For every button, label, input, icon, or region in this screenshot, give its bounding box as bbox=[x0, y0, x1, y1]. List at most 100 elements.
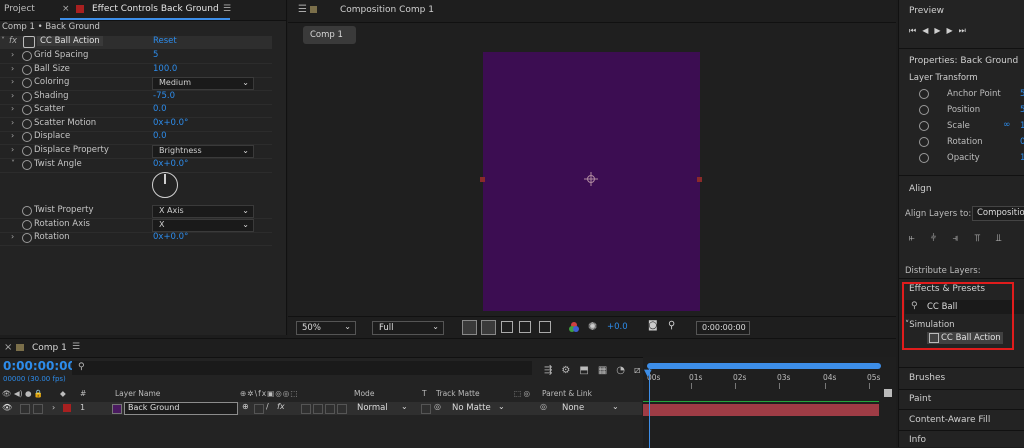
stopwatch-icon[interactable] bbox=[22, 119, 32, 129]
stopwatch-icon[interactable] bbox=[919, 137, 929, 147]
fx-toggle-icon[interactable]: fx bbox=[9, 36, 17, 46]
transform-property-value[interactable]: 1 bbox=[1020, 153, 1024, 163]
info-title[interactable]: Info bbox=[909, 435, 926, 445]
mode-header[interactable]: Mode bbox=[354, 389, 374, 398]
quality-switch-icon[interactable]: / bbox=[266, 402, 269, 411]
twirl-closed-icon[interactable]: › bbox=[11, 131, 14, 140]
transform-property-row[interactable]: Anchor Point 5 bbox=[899, 88, 1024, 102]
comp-flowchart-button[interactable]: Comp 1 bbox=[303, 26, 356, 44]
effect-property-row[interactable]: › Displace Property Brightness ⌄ bbox=[0, 145, 272, 158]
shy-switch-icon[interactable]: ⊕ bbox=[242, 402, 249, 411]
property-dropdown[interactable]: Brightness ⌄ bbox=[152, 145, 254, 158]
align-title[interactable]: Align bbox=[909, 184, 932, 194]
time-ruler-area[interactable]: 00s 01s 02s 03s 04s 05s ▼ bbox=[643, 357, 896, 448]
stopwatch-icon[interactable] bbox=[22, 160, 32, 170]
preview-title[interactable]: Preview bbox=[909, 6, 944, 16]
twirl-closed-icon[interactable]: › bbox=[11, 118, 14, 127]
shy-layers-icon[interactable]: ⬒ bbox=[579, 365, 597, 376]
panel-menu-icon[interactable]: ☰ bbox=[72, 342, 80, 352]
property-value[interactable]: 0.0 bbox=[153, 131, 167, 141]
effect-name[interactable]: CC Ball Action bbox=[37, 36, 103, 46]
preserve-transparency-toggle[interactable] bbox=[421, 404, 431, 414]
transform-property-value[interactable]: 1 bbox=[1020, 121, 1024, 131]
property-value[interactable]: 0x+0.0° bbox=[153, 159, 188, 169]
layer-search-input[interactable]: ⚲ bbox=[72, 361, 532, 375]
stopwatch-icon[interactable] bbox=[22, 206, 32, 216]
mode-dropdown[interactable]: Normal ⌄ bbox=[354, 402, 414, 413]
stopwatch-icon[interactable] bbox=[22, 132, 32, 142]
stopwatch-icon[interactable] bbox=[22, 92, 32, 102]
align-top-icon[interactable]: ⫪ bbox=[974, 233, 996, 244]
zoom-dropdown[interactable]: 50% ⌄ bbox=[296, 321, 356, 335]
property-value[interactable]: 0.0 bbox=[153, 104, 167, 114]
reset-button[interactable]: Reset bbox=[153, 36, 177, 46]
transform-property-row[interactable]: Rotation 0 bbox=[899, 136, 1024, 150]
align-right-icon[interactable]: ⫣ bbox=[952, 233, 974, 244]
mask-visibility-icon[interactable] bbox=[481, 320, 496, 335]
left-handle[interactable] bbox=[480, 177, 485, 182]
property-value[interactable]: 0x+0.0° bbox=[153, 118, 188, 128]
solo-toggle[interactable] bbox=[33, 404, 43, 414]
align-v-center-icon[interactable]: ⫫ bbox=[996, 233, 1018, 244]
effect-property-row[interactable]: › Ball Size 100.0 bbox=[0, 64, 272, 77]
exposure-value[interactable]: +0.0 bbox=[607, 322, 628, 332]
twirl-closed-icon[interactable]: › bbox=[11, 104, 14, 113]
current-time-display[interactable]: 0:00:00:00 bbox=[3, 359, 76, 373]
stopwatch-icon[interactable] bbox=[22, 233, 32, 243]
effect-header-row[interactable]: ˅ fx CC Ball Action Reset bbox=[0, 36, 272, 49]
align-h-center-icon[interactable]: ⫩ bbox=[931, 233, 953, 244]
composition-canvas[interactable] bbox=[480, 52, 702, 311]
property-dropdown[interactable]: X Axis ⌄ bbox=[152, 205, 254, 218]
comp-mini-flowchart-icon[interactable]: ⇶ bbox=[544, 365, 561, 376]
effect-property-row[interactable]: › Rotation 0x+0.0° bbox=[0, 232, 272, 245]
stopwatch-icon[interactable] bbox=[22, 65, 32, 75]
transform-property-value[interactable]: 0 bbox=[1020, 137, 1024, 147]
effect-property-row[interactable]: Twist Property X Axis ⌄ bbox=[0, 205, 272, 218]
effect-property-row[interactable]: › Scatter Motion 0x+0.0° bbox=[0, 118, 272, 131]
layer-duration-bar[interactable] bbox=[643, 404, 879, 416]
property-value[interactable]: 5 bbox=[153, 50, 158, 60]
twist-angle-dial[interactable] bbox=[152, 172, 178, 198]
transform-property-row[interactable]: Opacity 1 bbox=[899, 152, 1024, 166]
stopwatch-icon[interactable] bbox=[919, 153, 929, 163]
playhead-icon[interactable]: ▼ bbox=[644, 368, 652, 379]
effect-property-row[interactable]: ˅ Twist Angle 0x+0.0° bbox=[0, 159, 272, 172]
pick-whip-icon[interactable]: ◎ bbox=[540, 402, 547, 411]
timecode-field[interactable]: 0:00:00:00 bbox=[696, 321, 750, 335]
brushes-title[interactable]: Brushes bbox=[909, 373, 945, 383]
timeline-tab-label[interactable]: Comp 1 bbox=[32, 343, 67, 353]
property-value[interactable]: 100.0 bbox=[153, 64, 177, 74]
draft-3d-icon[interactable]: ⚙ bbox=[561, 365, 579, 376]
region-of-interest-icon[interactable] bbox=[501, 321, 513, 333]
show-snapshot-icon[interactable]: ⚲ bbox=[668, 320, 675, 331]
motion-blur-icon[interactable]: ◔ bbox=[616, 365, 634, 376]
stopwatch-icon[interactable] bbox=[22, 105, 32, 115]
frame-blend-switch[interactable] bbox=[301, 404, 311, 414]
adjustment-switch[interactable] bbox=[325, 404, 335, 414]
layer-name-field[interactable]: Back Ground bbox=[124, 402, 238, 415]
twirl-closed-icon[interactable]: › bbox=[52, 403, 55, 412]
transparency-grid-icon[interactable] bbox=[462, 320, 477, 335]
twirl-closed-icon[interactable]: › bbox=[11, 50, 14, 59]
effect-property-row[interactable]: › Shading -75.0 bbox=[0, 91, 272, 104]
last-frame-icon[interactable]: ⏭ bbox=[959, 26, 972, 35]
motion-blur-switch[interactable] bbox=[313, 404, 323, 414]
parent-dropdown[interactable]: None ⌄ bbox=[556, 402, 626, 413]
close-tab-icon[interactable]: × bbox=[4, 342, 12, 353]
stopwatch-icon[interactable] bbox=[919, 89, 929, 99]
stopwatch-icon[interactable] bbox=[22, 78, 32, 88]
label-color-swatch[interactable] bbox=[63, 404, 71, 412]
effect-property-row[interactable]: › Coloring Medium ⌄ bbox=[0, 77, 272, 90]
panel-menu-icon[interactable]: ☰ bbox=[223, 4, 231, 14]
menu-icon[interactable]: ☰ bbox=[298, 4, 307, 15]
twirl-closed-icon[interactable]: › bbox=[11, 145, 14, 154]
property-value[interactable]: -75.0 bbox=[153, 91, 175, 101]
stopwatch-icon[interactable] bbox=[22, 220, 32, 230]
paint-title[interactable]: Paint bbox=[909, 394, 931, 404]
first-frame-icon[interactable]: ⏮ bbox=[909, 26, 922, 35]
exposure-reset-icon[interactable]: ✺ bbox=[588, 320, 597, 333]
track-matte-header[interactable]: Track Matte bbox=[436, 389, 480, 398]
layer-name-header[interactable]: Layer Name bbox=[115, 389, 160, 398]
stopwatch-icon[interactable] bbox=[22, 146, 32, 156]
property-dropdown[interactable]: Medium ⌄ bbox=[152, 77, 254, 90]
